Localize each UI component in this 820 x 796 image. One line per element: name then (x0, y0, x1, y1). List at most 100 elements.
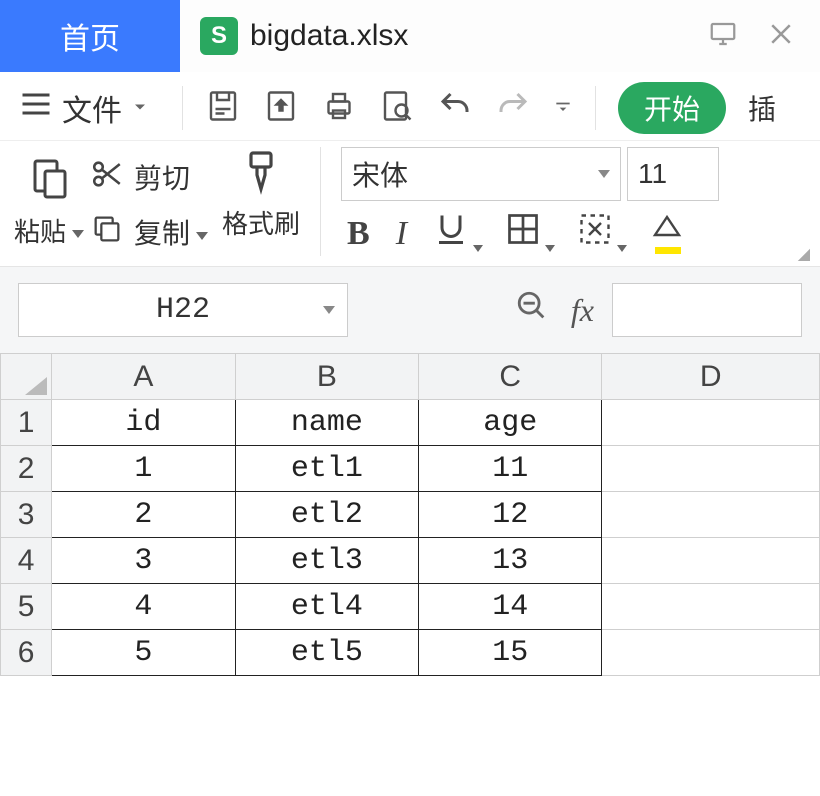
paste-icon (25, 155, 73, 208)
titlebar: 首页 S bigdata.xlsx (0, 0, 820, 72)
cell[interactable]: etl2 (235, 492, 418, 538)
cell[interactable] (602, 630, 820, 676)
italic-label: I (396, 215, 407, 252)
ribbon-tab-insert-label: 插 (748, 94, 776, 125)
cell-reference-value: H22 (156, 293, 210, 327)
ribbon-tab-start[interactable]: 开始 (618, 82, 726, 134)
cell[interactable]: 5 (52, 630, 235, 676)
cut-label: 剪切 (134, 157, 190, 197)
tab-home[interactable]: 首页 (0, 0, 180, 72)
format-painter-label: 格式刷 (222, 204, 300, 241)
cell[interactable]: id (52, 400, 235, 446)
cell[interactable]: 11 (419, 446, 602, 492)
paintbrush-icon (237, 147, 285, 200)
highlight-color-indicator (655, 247, 681, 254)
formula-input[interactable] (612, 283, 802, 337)
save-icon[interactable] (205, 88, 241, 129)
cell[interactable]: etl5 (235, 630, 418, 676)
column-header[interactable]: A (52, 354, 235, 400)
chevron-down-icon (130, 91, 150, 125)
cell[interactable] (602, 538, 820, 584)
italic-button[interactable]: I (396, 215, 407, 253)
tab-file[interactable]: S bigdata.xlsx (180, 0, 428, 72)
quickbar-more-icon[interactable] (553, 96, 573, 121)
font-size-value: 11 (638, 158, 667, 190)
copy-label: 复制 (134, 212, 208, 252)
column-header[interactable]: B (235, 354, 418, 400)
menubar: 文件 开始 插 (0, 72, 820, 141)
print-preview-icon[interactable] (379, 88, 415, 129)
chevron-down-icon (545, 245, 555, 252)
chevron-down-icon (598, 170, 610, 178)
cell[interactable]: 13 (419, 538, 602, 584)
font-name-value: 宋体 (352, 154, 408, 194)
cell[interactable]: etl1 (235, 446, 418, 492)
current-filename: bigdata.xlsx (250, 19, 408, 53)
font-size-select[interactable]: 11 (627, 147, 719, 201)
row-header[interactable]: 4 (1, 538, 52, 584)
select-all-corner[interactable] (1, 354, 52, 400)
bold-label: B (347, 215, 370, 252)
row-header[interactable]: 3 (1, 492, 52, 538)
chevron-down-icon (473, 245, 483, 252)
font-group: 宋体 11 B I (341, 147, 719, 256)
redo-icon[interactable] (495, 88, 531, 129)
underline-button[interactable] (433, 211, 469, 256)
column-header[interactable]: C (419, 354, 602, 400)
cell[interactable]: etl4 (235, 584, 418, 630)
chevron-down-icon (323, 306, 335, 314)
undo-icon[interactable] (437, 88, 473, 129)
row-header[interactable]: 6 (1, 630, 52, 676)
cell[interactable]: etl3 (235, 538, 418, 584)
row-header[interactable]: 1 (1, 400, 52, 446)
spreadsheet-app-icon: S (200, 17, 238, 55)
row-header[interactable]: 2 (1, 446, 52, 492)
clipboard-group: 粘贴 剪切 复制 (14, 147, 208, 256)
titlebar-controls (708, 19, 820, 54)
cell[interactable]: 1 (52, 446, 235, 492)
scissors-icon (90, 157, 124, 198)
fill-color-button[interactable] (577, 211, 613, 256)
cell[interactable]: 3 (52, 538, 235, 584)
cell[interactable]: 14 (419, 584, 602, 630)
group-dialog-launcher-icon[interactable]: ◢ (798, 244, 810, 264)
cell[interactable]: 4 (52, 584, 235, 630)
bold-button[interactable]: B (347, 215, 370, 253)
file-menu-label: 文件 (62, 86, 122, 130)
save-as-icon[interactable] (263, 88, 299, 129)
cell[interactable] (602, 446, 820, 492)
cell[interactable]: 12 (419, 492, 602, 538)
cell[interactable]: 15 (419, 630, 602, 676)
chevron-down-icon (617, 245, 627, 252)
ribbon-tab-start-label: 开始 (644, 94, 700, 125)
zoom-out-icon[interactable] (515, 289, 549, 331)
format-painter-button[interactable]: 格式刷 (222, 147, 300, 256)
cell[interactable]: 2 (52, 492, 235, 538)
copy-icon (90, 212, 124, 253)
paste-button[interactable]: 粘贴 (14, 155, 84, 249)
ribbon: 粘贴 剪切 复制 格式刷 宋体 (0, 141, 820, 267)
file-menu[interactable]: 文件 (18, 86, 160, 130)
spreadsheet-grid[interactable]: A B C D 1 id name age 2 1 etl1 11 3 2 et… (0, 353, 820, 676)
highlight-button[interactable] (649, 211, 685, 256)
present-icon[interactable] (708, 19, 738, 54)
cell-reference-input[interactable]: H22 (18, 283, 348, 337)
paste-label: 粘贴 (14, 212, 84, 249)
borders-button[interactable] (505, 211, 541, 256)
spreadsheet-app-letter: S (211, 22, 227, 50)
cell[interactable] (602, 400, 820, 446)
cut-button[interactable]: 剪切 (90, 157, 208, 198)
print-icon[interactable] (321, 88, 357, 129)
close-icon[interactable] (766, 19, 796, 54)
copy-button[interactable]: 复制 (90, 212, 208, 253)
cell[interactable] (602, 584, 820, 630)
font-name-select[interactable]: 宋体 (341, 147, 621, 201)
cell[interactable]: age (419, 400, 602, 446)
fx-label[interactable]: fx (571, 292, 594, 329)
ribbon-tab-insert[interactable]: 插 (748, 88, 776, 128)
column-header[interactable]: D (602, 354, 820, 400)
tab-home-label: 首页 (60, 14, 120, 58)
row-header[interactable]: 5 (1, 584, 52, 630)
cell[interactable]: name (235, 400, 418, 446)
cell[interactable] (602, 492, 820, 538)
